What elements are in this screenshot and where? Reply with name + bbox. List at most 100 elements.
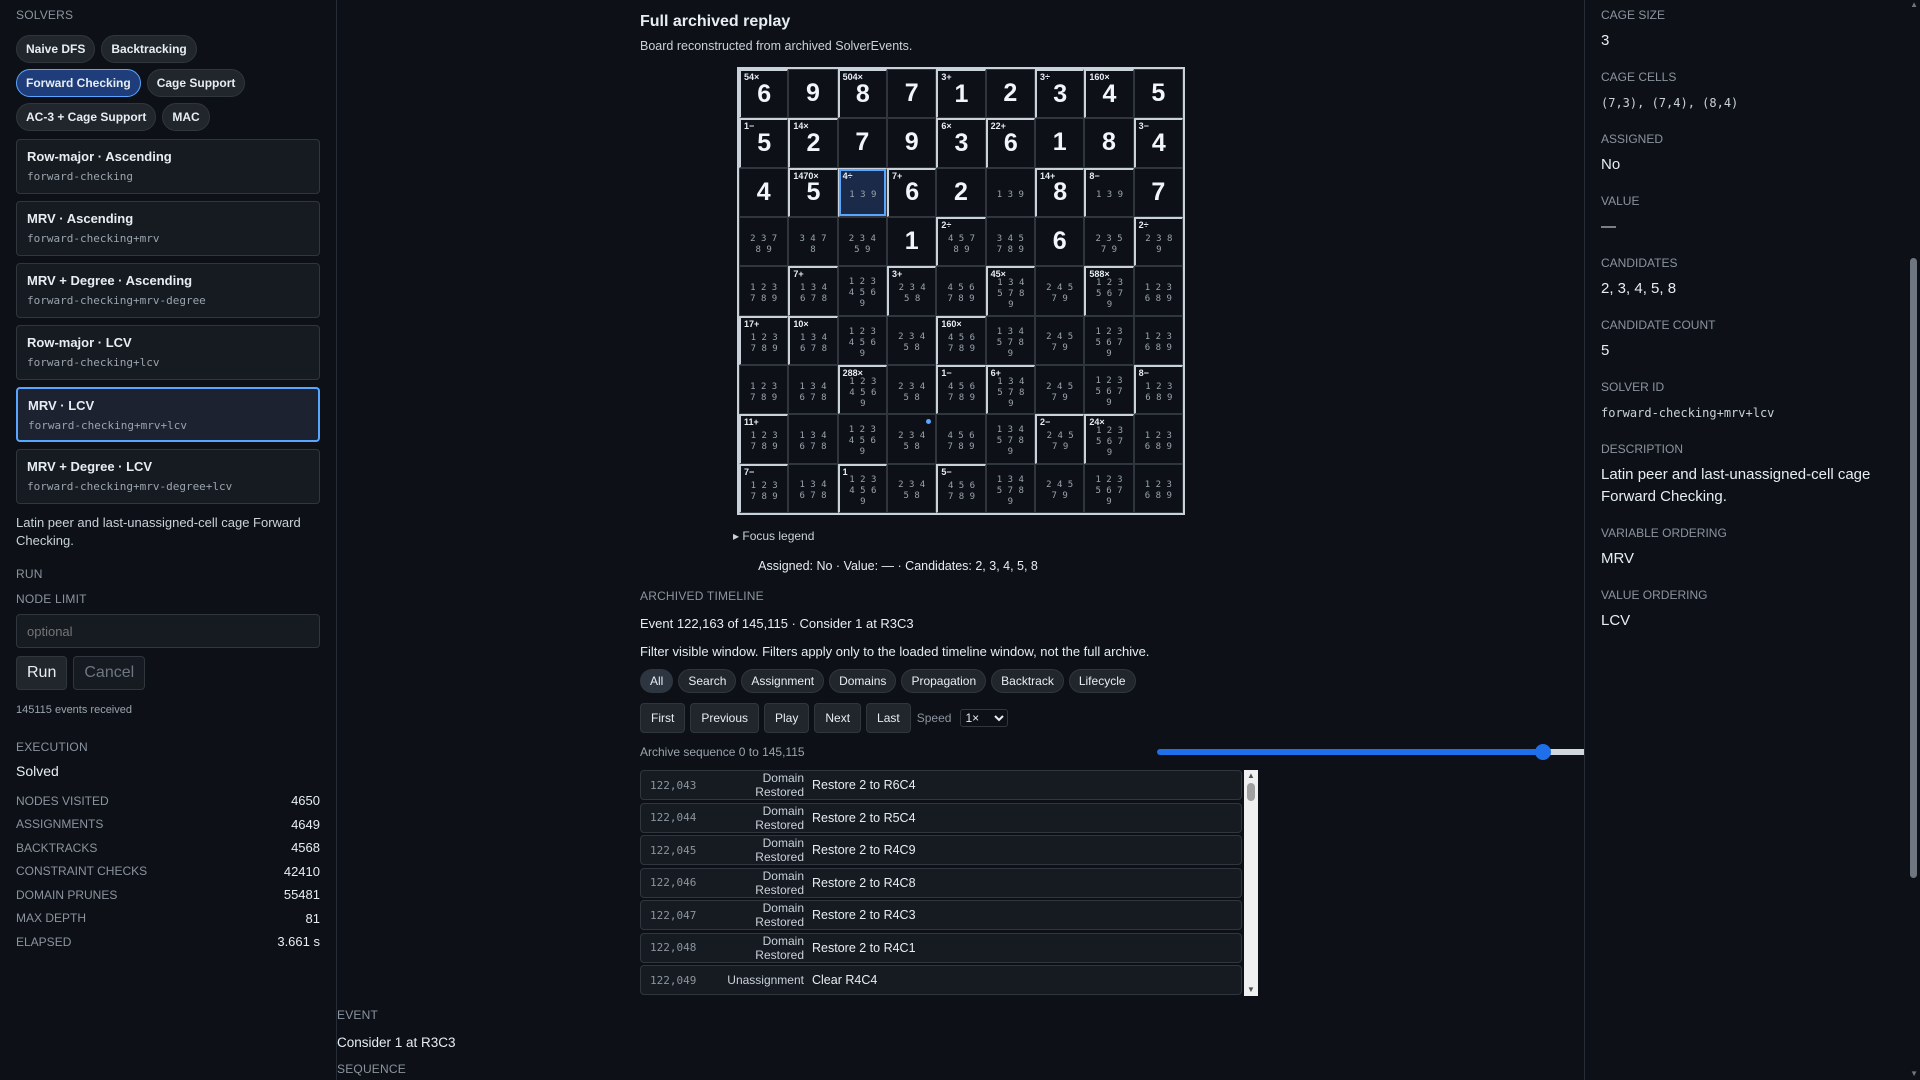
board-cell[interactable]: 1 xyxy=(1034,118,1085,168)
board-cell[interactable]: 1 xyxy=(886,216,937,267)
last-button[interactable]: Last xyxy=(866,703,911,733)
board-cell[interactable]: 8 xyxy=(1084,118,1134,168)
config-card-mrv-lcv[interactable]: MRV · LCV forward-checking+mrv+lcv xyxy=(16,387,320,442)
board-cell[interactable]: 9 xyxy=(886,118,937,168)
solver-chip-naive-dfs[interactable]: Naive DFS xyxy=(16,35,96,63)
board-cell[interactable]: 3− 4 xyxy=(1133,118,1183,168)
board-cell[interactable]: 1 3 4 5 7 8 9 xyxy=(985,315,1035,365)
solver-chip-backtracking[interactable]: Backtracking xyxy=(101,35,197,63)
board-cell[interactable]: 1 2 3 6 8 9 xyxy=(1133,266,1183,316)
next-button[interactable]: Next xyxy=(814,703,862,733)
board-cell[interactable]: 1470× 5 xyxy=(788,167,838,217)
run-button[interactable]: Run xyxy=(16,656,68,690)
board-cell[interactable]: 2÷ 2 3 8 9 xyxy=(1133,216,1183,267)
board-cell[interactable]: 45× 1 3 4 5 7 8 9 xyxy=(985,266,1035,316)
board-cell[interactable]: 1 2 3 5 6 7 9 xyxy=(1084,315,1134,365)
archive-slider[interactable] xyxy=(1157,744,1584,760)
board-cell[interactable]: 2 3 4 5 8 xyxy=(886,315,937,365)
config-card-mrv-ascending[interactable]: MRV · Ascending forward-checking+mrv xyxy=(16,201,320,256)
board-cell[interactable]: 7 xyxy=(1133,167,1183,217)
board-cell[interactable]: 7+ 6 xyxy=(886,167,937,217)
config-card-row-major-ascending[interactable]: Row-major · Ascending forward-checking xyxy=(16,139,320,194)
board-cell[interactable]: 11 2 3 4 5 6 9 xyxy=(837,463,887,513)
board-cell[interactable]: 5− 4 5 6 7 8 9 xyxy=(936,463,986,513)
scroll-thumb[interactable] xyxy=(1247,783,1255,801)
event-row[interactable]: 122,046 Domain Restored Restore 2 to R4C8 xyxy=(640,867,1242,898)
board-cell[interactable]: 2÷ 4 5 7 8 9 xyxy=(936,216,986,267)
event-list-scrollbar[interactable]: ▲ ▼ xyxy=(1244,770,1258,996)
event-row[interactable]: 122,043 Domain Restored Restore 2 to R6C4 xyxy=(640,770,1242,800)
board-cell[interactable]: 54× 6 xyxy=(739,69,789,119)
board-cell[interactable]: 22+ 6 xyxy=(985,118,1035,168)
event-row[interactable]: 122,048 Domain Restored Restore 2 to R4C1 xyxy=(640,932,1242,963)
board-cell[interactable]: 6× 3 xyxy=(936,118,986,168)
event-row[interactable]: 122,044 Domain Restored Restore 2 to R5C4 xyxy=(640,802,1242,833)
board-cell[interactable]: 2 xyxy=(936,167,986,217)
board-cell[interactable]: 1 2 3 5 6 7 9 xyxy=(1084,463,1134,513)
board-cell[interactable]: 1− 5 xyxy=(739,118,789,168)
focus-legend-toggle[interactable]: ▸ Focus legend xyxy=(733,529,814,543)
page-scroll-thumb[interactable] xyxy=(1910,258,1917,878)
board-cell[interactable]: 1 2 3 6 8 9 xyxy=(1133,414,1183,464)
filter-lifecycle[interactable]: Lifecycle xyxy=(1068,669,1136,693)
filter-all[interactable]: All xyxy=(640,669,674,693)
page-scroll-down-icon[interactable]: ▼ xyxy=(1910,1069,1918,1078)
board-cell[interactable]: 1 2 3 5 6 7 9 xyxy=(1084,364,1134,415)
board-cell[interactable]: 1 2 3 4 5 6 9 xyxy=(837,414,887,464)
board-cell[interactable]: 3 4 5 7 8 9 xyxy=(985,216,1035,267)
board-cell[interactable]: 2 xyxy=(985,69,1035,119)
board-cell[interactable]: 5 xyxy=(1133,69,1183,119)
board-cell[interactable]: 1 3 4 5 7 8 9 xyxy=(985,463,1035,513)
filter-search[interactable]: Search xyxy=(678,669,737,693)
board-cell[interactable]: 3+ 1 xyxy=(936,69,986,119)
board-cell[interactable]: 14× 2 xyxy=(788,118,838,168)
config-card-mrv-degree-ascending[interactable]: MRV + Degree · Ascending forward-checking… xyxy=(16,263,320,318)
event-row[interactable]: 122,045 Domain Restored Restore 2 to R4C9 xyxy=(640,835,1242,865)
filter-assignment[interactable]: Assignment xyxy=(741,669,825,693)
board-cell[interactable]: 6 xyxy=(1034,216,1085,267)
board-cell[interactable]: 1 2 3 6 8 9 xyxy=(1133,463,1183,513)
board-cell[interactable]: 8− 1 3 9 xyxy=(1084,167,1134,217)
board-cell[interactable]: 9 xyxy=(788,69,838,119)
node-limit-input[interactable] xyxy=(16,614,320,648)
board-cell[interactable]: 17+ 1 2 3 7 8 9 xyxy=(739,315,789,365)
board-cell[interactable]: 2 3 4 5 9 xyxy=(837,216,887,267)
board-cell[interactable]: 4 5 6 7 8 9 xyxy=(936,266,986,316)
scroll-up-icon[interactable]: ▲ xyxy=(1244,770,1258,782)
board-cell[interactable]: 1− 4 5 6 7 8 9 xyxy=(936,364,986,415)
solver-chip-ac3-cage-support[interactable]: AC-3 + Cage Support xyxy=(16,103,157,131)
board-cell[interactable]: 1 3 4 6 7 8 xyxy=(788,463,838,513)
scroll-down-icon[interactable]: ▼ xyxy=(1244,984,1258,996)
board-cell[interactable]: 504× 8 xyxy=(837,69,887,119)
event-row[interactable]: 122,049 Unassignment Clear R4C4 xyxy=(640,965,1242,995)
speed-select[interactable]: 1× xyxy=(960,709,1009,727)
board-cell[interactable]: 7 xyxy=(886,69,937,119)
slider-thumb[interactable] xyxy=(1534,744,1551,760)
previous-button[interactable]: Previous xyxy=(690,703,760,733)
board-cell[interactable]: 1 3 4 5 7 8 9 xyxy=(985,414,1035,464)
page-scroll-up-icon[interactable]: ▲ xyxy=(1910,0,1918,9)
board-cell[interactable]: 1 2 3 7 8 9 xyxy=(739,266,789,316)
board-cell[interactable]: 1 2 3 4 5 6 9 xyxy=(837,315,887,365)
solver-chip-mac[interactable]: MAC xyxy=(162,103,210,131)
board-cell[interactable]: 1 2 3 4 5 6 9 xyxy=(837,266,887,316)
filter-propagation[interactable]: Propagation xyxy=(901,669,987,693)
board-cell[interactable]: 8− 1 2 3 6 8 9 xyxy=(1133,364,1183,415)
board-cell[interactable]: 160× 4 5 6 7 8 9 xyxy=(936,315,986,365)
board-cell[interactable]: 4÷ 1 3 9 xyxy=(837,167,887,217)
board-cell[interactable]: 2 3 4 5 8 xyxy=(886,414,937,464)
filter-domains[interactable]: Domains xyxy=(829,669,897,693)
board-cell[interactable]: 2 3 5 7 9 xyxy=(1084,216,1134,267)
board-cell[interactable]: 1 3 9 xyxy=(985,167,1035,217)
board-cell[interactable]: 24× 1 2 3 5 6 7 9 xyxy=(1084,414,1134,464)
cancel-button[interactable]: Cancel xyxy=(73,656,146,690)
config-card-row-major-lcv[interactable]: Row-major · LCV forward-checking+lcv xyxy=(16,325,320,380)
board-cell[interactable]: 11+ 1 2 3 7 8 9 xyxy=(739,414,789,464)
solver-chip-cage-support[interactable]: Cage Support xyxy=(146,69,246,97)
board-cell[interactable]: 7 xyxy=(837,118,887,168)
first-button[interactable]: First xyxy=(640,703,686,733)
board-cell[interactable]: 160× 4 xyxy=(1084,69,1134,119)
board-cell[interactable]: 2 3 7 8 9 xyxy=(739,216,789,267)
event-row[interactable]: 122,047 Domain Restored Restore 2 to R4C3 xyxy=(640,900,1242,930)
play-button[interactable]: Play xyxy=(764,703,810,733)
